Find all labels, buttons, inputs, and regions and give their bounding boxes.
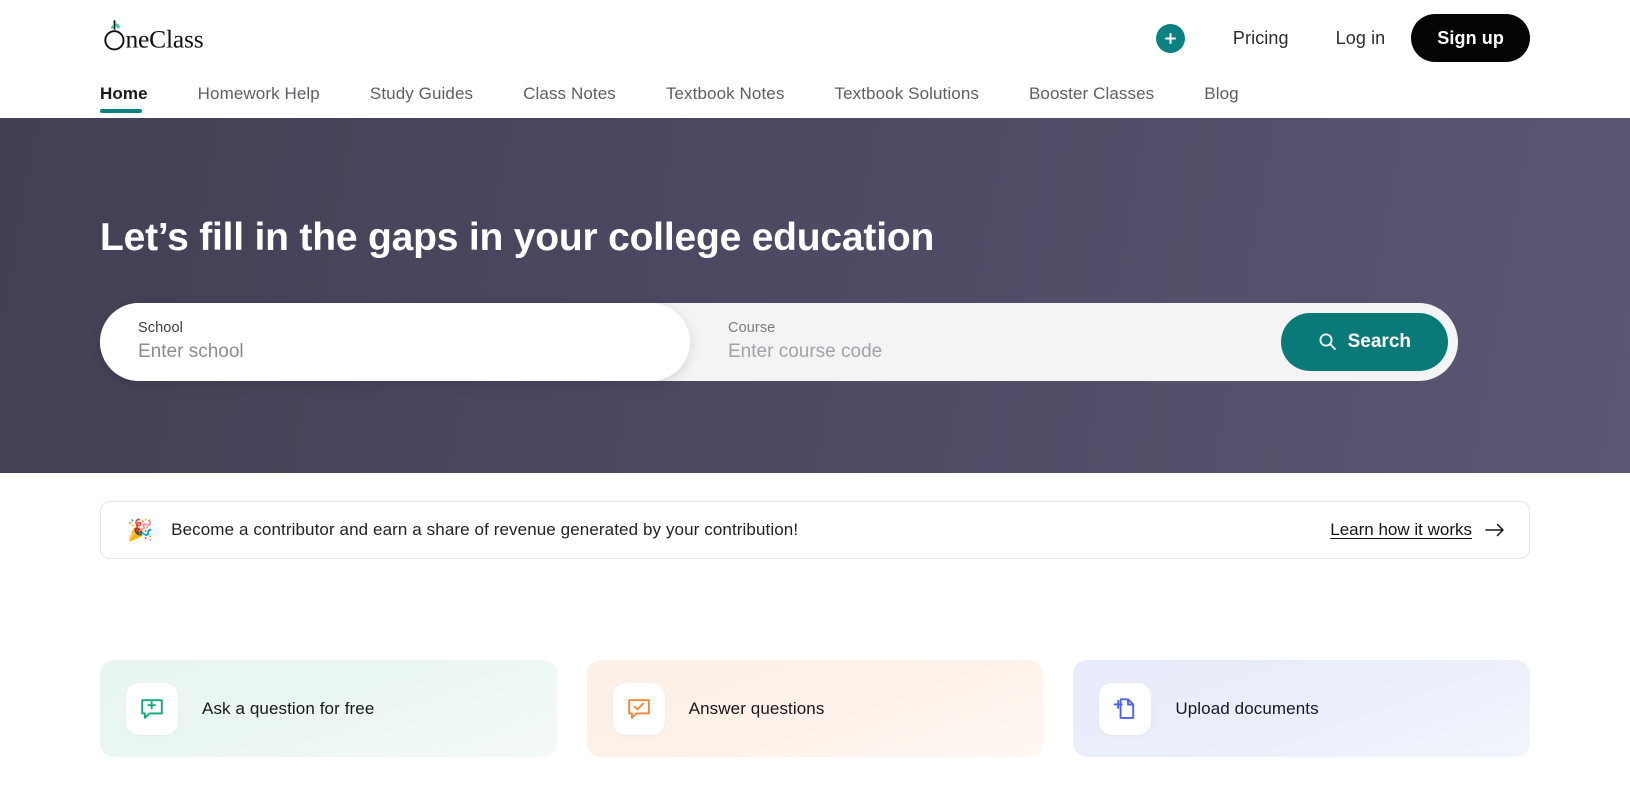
card-answer-questions[interactable]: Answer questions	[586, 660, 1044, 757]
tab-homework-help[interactable]: Homework Help	[198, 84, 320, 116]
learn-how-it-works-label: Learn how it works	[1330, 520, 1472, 539]
document-plus-icon	[1099, 682, 1152, 735]
course-field-label: Course	[728, 320, 776, 337]
course-input[interactable]	[728, 341, 1385, 364]
add-content-button[interactable]	[1155, 23, 1185, 53]
school-field-wrapper[interactable]: School	[100, 302, 690, 381]
tab-textbook-solutions[interactable]: Textbook Solutions	[834, 84, 979, 116]
apple-logo-icon: neClass	[100, 18, 238, 58]
tab-textbook-notes[interactable]: Textbook Notes	[666, 84, 785, 116]
header-top-row: neClass Pricing Log in Sign up	[100, 0, 1530, 76]
school-field-label: School	[138, 320, 183, 337]
oneclass-logo[interactable]: neClass	[100, 18, 238, 58]
contributor-banner-text: Become a contributor and earn a share of…	[171, 520, 799, 539]
learn-how-it-works-link[interactable]: Learn how it works	[1330, 520, 1505, 540]
tab-study-guides[interactable]: Study Guides	[370, 84, 473, 116]
card-ask-a-question[interactable]: Ask a question for free	[100, 660, 557, 757]
card-ask-a-question-label: Ask a question for free	[202, 698, 375, 718]
card-answer-questions-label: Answer questions	[688, 698, 825, 718]
search-bar: School Course Search	[100, 302, 1458, 381]
login-link[interactable]: Log in	[1336, 28, 1386, 49]
party-popper-icon: 🎉	[127, 518, 154, 542]
card-upload-documents[interactable]: Upload documents	[1073, 660, 1531, 757]
school-input[interactable]	[138, 341, 635, 364]
page-body: 🎉 Become a contributor and earn a share …	[0, 501, 1630, 757]
tab-blog[interactable]: Blog	[1204, 84, 1238, 116]
site-header: neClass Pricing Log in Sign up Home Home…	[0, 0, 1630, 118]
tab-class-notes[interactable]: Class Notes	[523, 84, 616, 116]
tab-booster-classes[interactable]: Booster Classes	[1029, 84, 1154, 116]
chat-plus-icon	[126, 682, 178, 735]
hero-section: Let’s fill in the gaps in your college e…	[0, 118, 1630, 473]
card-upload-documents-label: Upload documents	[1175, 698, 1319, 718]
plus-icon	[1163, 31, 1178, 46]
svg-text:neClass: neClass	[126, 24, 204, 53]
quick-action-cards: Ask a question for free Answer questions…	[100, 660, 1531, 757]
pricing-link[interactable]: Pricing	[1233, 28, 1289, 49]
hero-title: Let’s fill in the gaps in your college e…	[100, 216, 935, 259]
signup-button[interactable]: Sign up	[1411, 14, 1530, 62]
contributor-banner: 🎉 Become a contributor and earn a share …	[100, 501, 1530, 559]
main-navigation-tabs: Home Homework Help Study Guides Class No…	[100, 76, 1530, 118]
header-actions: Pricing Log in Sign up	[1155, 14, 1530, 62]
chat-check-icon	[612, 682, 665, 735]
arrow-right-icon	[1485, 523, 1505, 537]
course-field-wrapper[interactable]: Course	[690, 303, 1458, 381]
tab-home[interactable]: Home	[100, 84, 148, 116]
